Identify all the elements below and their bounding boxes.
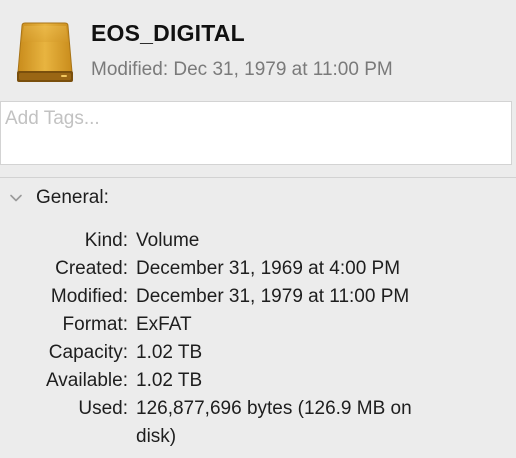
info-value: 1.02 TB (136, 342, 203, 363)
general-info-table: Kind: Volume Created: December 31, 1969 … (0, 227, 516, 451)
info-value: Volume (136, 230, 200, 251)
modified-subtitle: Modified: Dec 31, 1979 at 11:00 PM (91, 59, 393, 80)
info-value: 1.02 TB (136, 370, 203, 391)
info-row-capacity: Capacity: 1.02 TB (0, 339, 516, 367)
info-value: 126,877,696 bytes (126.9 MB on disk) (136, 398, 412, 447)
chevron-down-icon (10, 194, 22, 202)
info-row-format: Format: ExFAT (0, 311, 516, 339)
info-label: Used: (78, 398, 128, 419)
info-row-created: Created: December 31, 1969 at 4:00 PM (0, 255, 516, 283)
info-row-used: Used: 126,877,696 bytes (126.9 MB on dis… (0, 395, 516, 451)
info-label: Modified: (50, 286, 128, 307)
info-value: December 31, 1979 at 11:00 PM (136, 286, 410, 307)
general-section-toggle[interactable]: General: (8, 186, 109, 210)
info-row-modified: Modified: December 31, 1979 at 11:00 PM (0, 283, 516, 311)
tags-field[interactable] (0, 101, 512, 165)
info-value: ExFAT (136, 314, 192, 335)
info-label: Format: (62, 314, 128, 335)
info-value: December 31, 1969 at 4:00 PM (136, 258, 401, 279)
external-drive-icon (17, 22, 73, 82)
info-label: Available: (45, 370, 128, 391)
info-row-available: Available: 1.02 TB (0, 367, 516, 395)
volume-title: EOS_DIGITAL (91, 20, 245, 46)
tags-input[interactable] (5, 108, 485, 130)
info-label: Created: (55, 258, 128, 279)
info-label: Kind: (84, 230, 128, 251)
info-label: Capacity: (48, 342, 128, 363)
info-row-kind: Kind: Volume (0, 227, 516, 255)
section-divider (0, 177, 516, 178)
info-header: EOS_DIGITAL Modified: Dec 31, 1979 at 11… (0, 0, 516, 100)
general-section-label: General: (36, 187, 109, 208)
